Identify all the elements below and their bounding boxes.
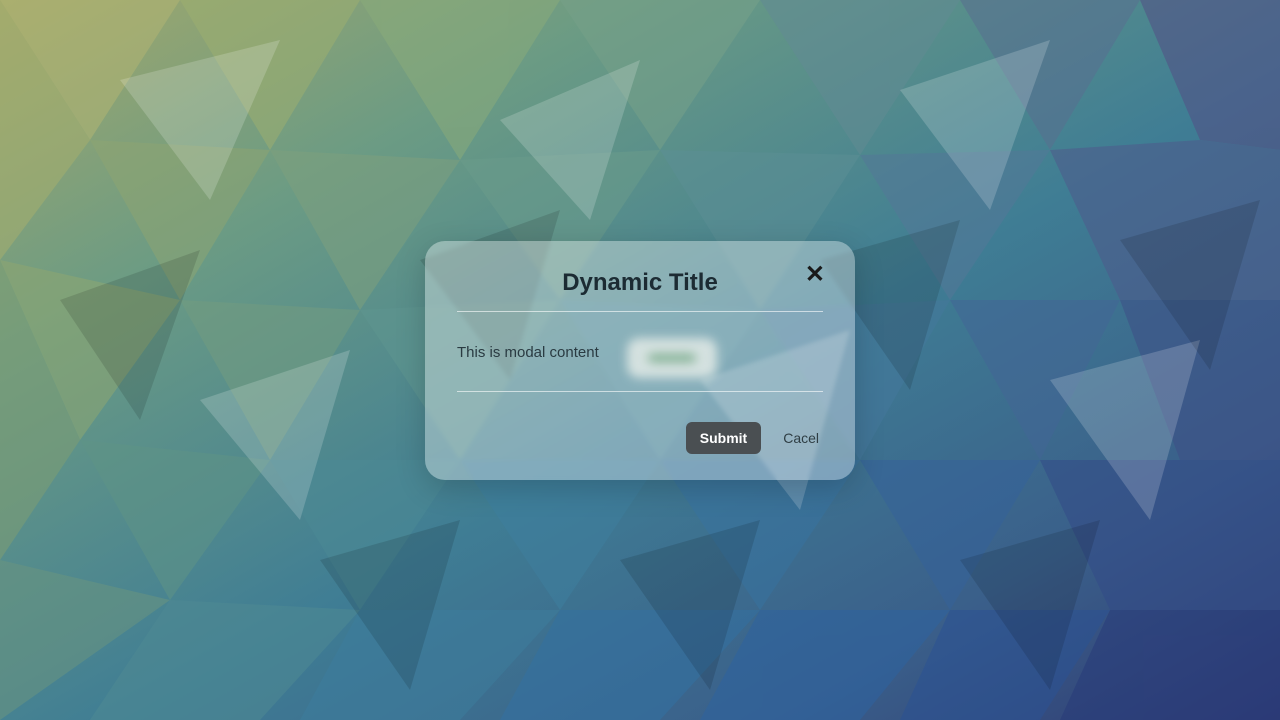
cancel-button[interactable]: Cacel (779, 422, 823, 454)
modal-body: This is modal content (457, 312, 823, 392)
blurred-overlay (627, 338, 717, 378)
modal-dialog: Dynamic Title ✕ This is modal content Su… (425, 241, 855, 480)
modal-footer: Submit Cacel (457, 392, 823, 454)
modal-header: Dynamic Title ✕ (457, 269, 823, 312)
modal-title: Dynamic Title (457, 269, 823, 297)
close-icon[interactable]: ✕ (805, 263, 825, 287)
submit-button[interactable]: Submit (686, 422, 761, 454)
